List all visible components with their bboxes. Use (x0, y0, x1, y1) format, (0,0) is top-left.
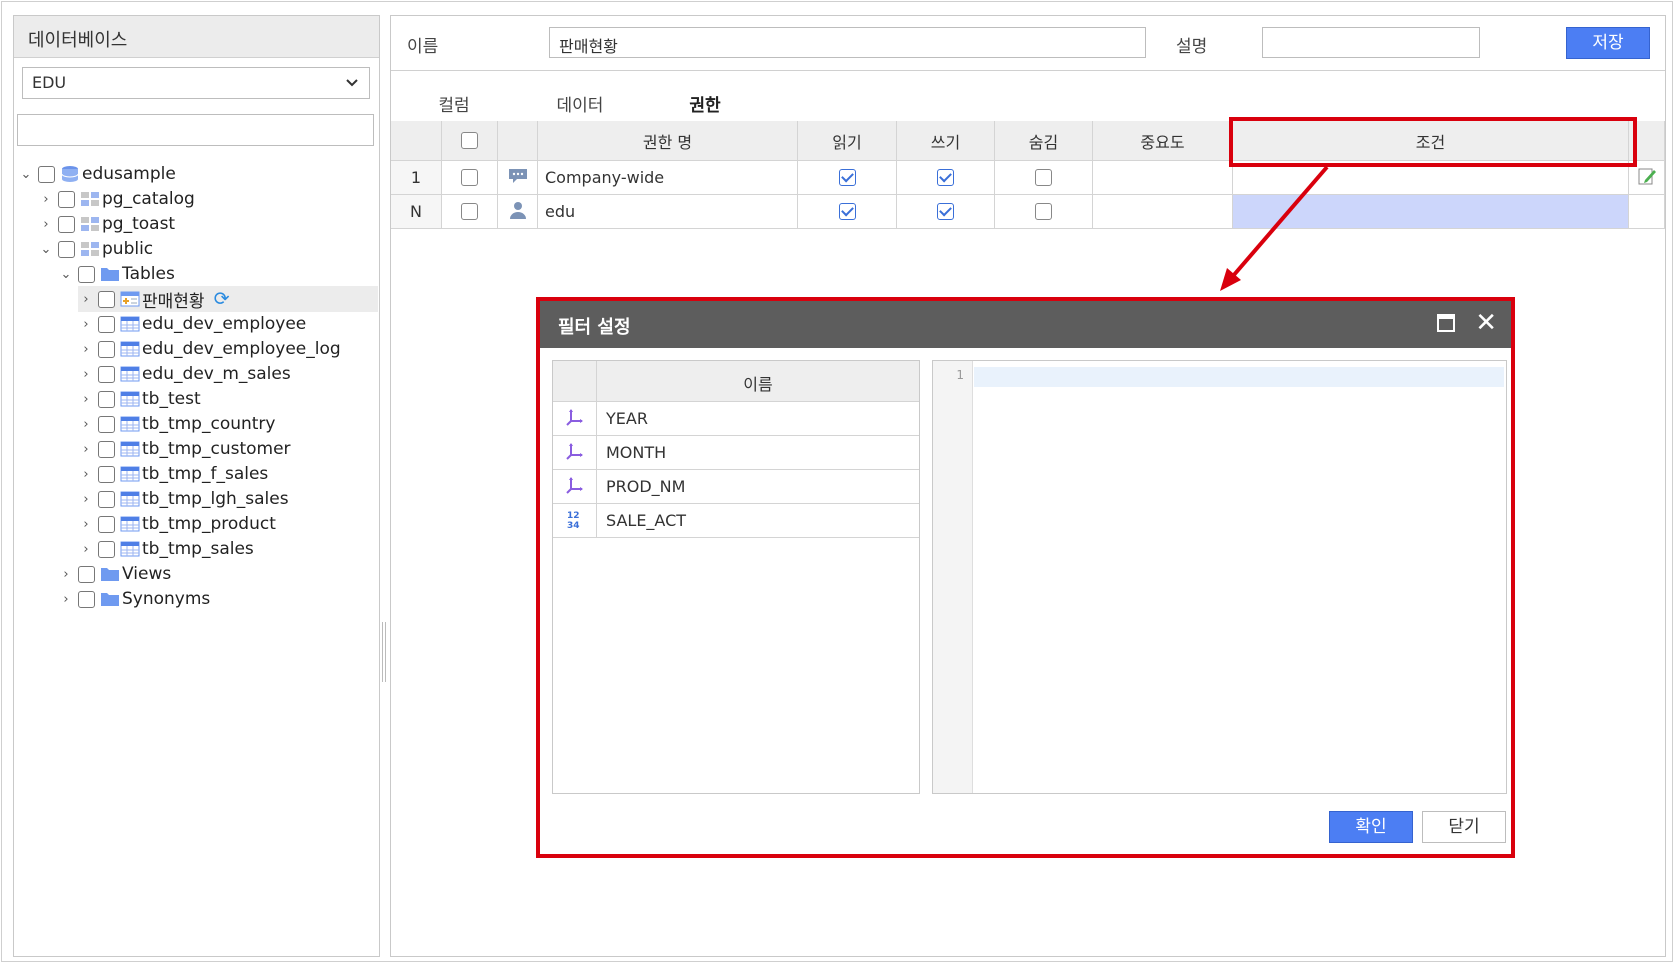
confirm-button[interactable]: 확인 (1329, 811, 1413, 843)
column-name: MONTH (606, 443, 667, 462)
column-icon-cell (553, 402, 597, 435)
filter-expression-editor[interactable]: 1 (932, 360, 1507, 794)
column-item-year[interactable]: YEAR (553, 402, 919, 436)
dimension-icon (565, 408, 584, 430)
column-list: 이름 YEAR MONTH PROD_NM 12 34 SALE_ACT (552, 360, 920, 794)
svg-text:34: 34 (567, 521, 580, 529)
column-icon-cell (553, 470, 597, 503)
column-list-header: 이름 (553, 361, 919, 402)
current-line-highlight (974, 367, 1504, 387)
line-number: 1 (956, 368, 964, 382)
column-item-month[interactable]: MONTH (553, 436, 919, 470)
column-name: SALE_ACT (606, 511, 687, 530)
maximize-icon[interactable] (1437, 314, 1455, 332)
close-icon[interactable]: ✕ (1475, 308, 1497, 338)
close-button[interactable]: 닫기 (1422, 811, 1506, 843)
column-name: PROD_NM (606, 477, 686, 496)
dimension-icon (565, 476, 584, 498)
dialog-title: 필터 설정 (558, 317, 631, 338)
column-name: YEAR (606, 409, 648, 428)
dimension-icon (565, 442, 584, 464)
line-number-gutter: 1 (933, 361, 973, 793)
column-icon-header (553, 361, 597, 401)
column-item-sale-act[interactable]: 12 34 SALE_ACT (553, 504, 919, 538)
column-item-prod-nm[interactable]: PROD_NM (553, 470, 919, 504)
column-icon-cell (553, 436, 597, 469)
svg-text:12: 12 (567, 511, 580, 521)
dialog-title-bar: 필터 설정 ✕ (540, 301, 1511, 348)
numeric-icon: 12 34 (566, 509, 584, 533)
column-icon-cell: 12 34 (553, 504, 597, 537)
filter-settings-dialog: 필터 설정 ✕ 이름 YEAR MONTH PROD_NM 12 34 SALE… (536, 297, 1515, 858)
column-name-header: 이름 (743, 375, 773, 394)
